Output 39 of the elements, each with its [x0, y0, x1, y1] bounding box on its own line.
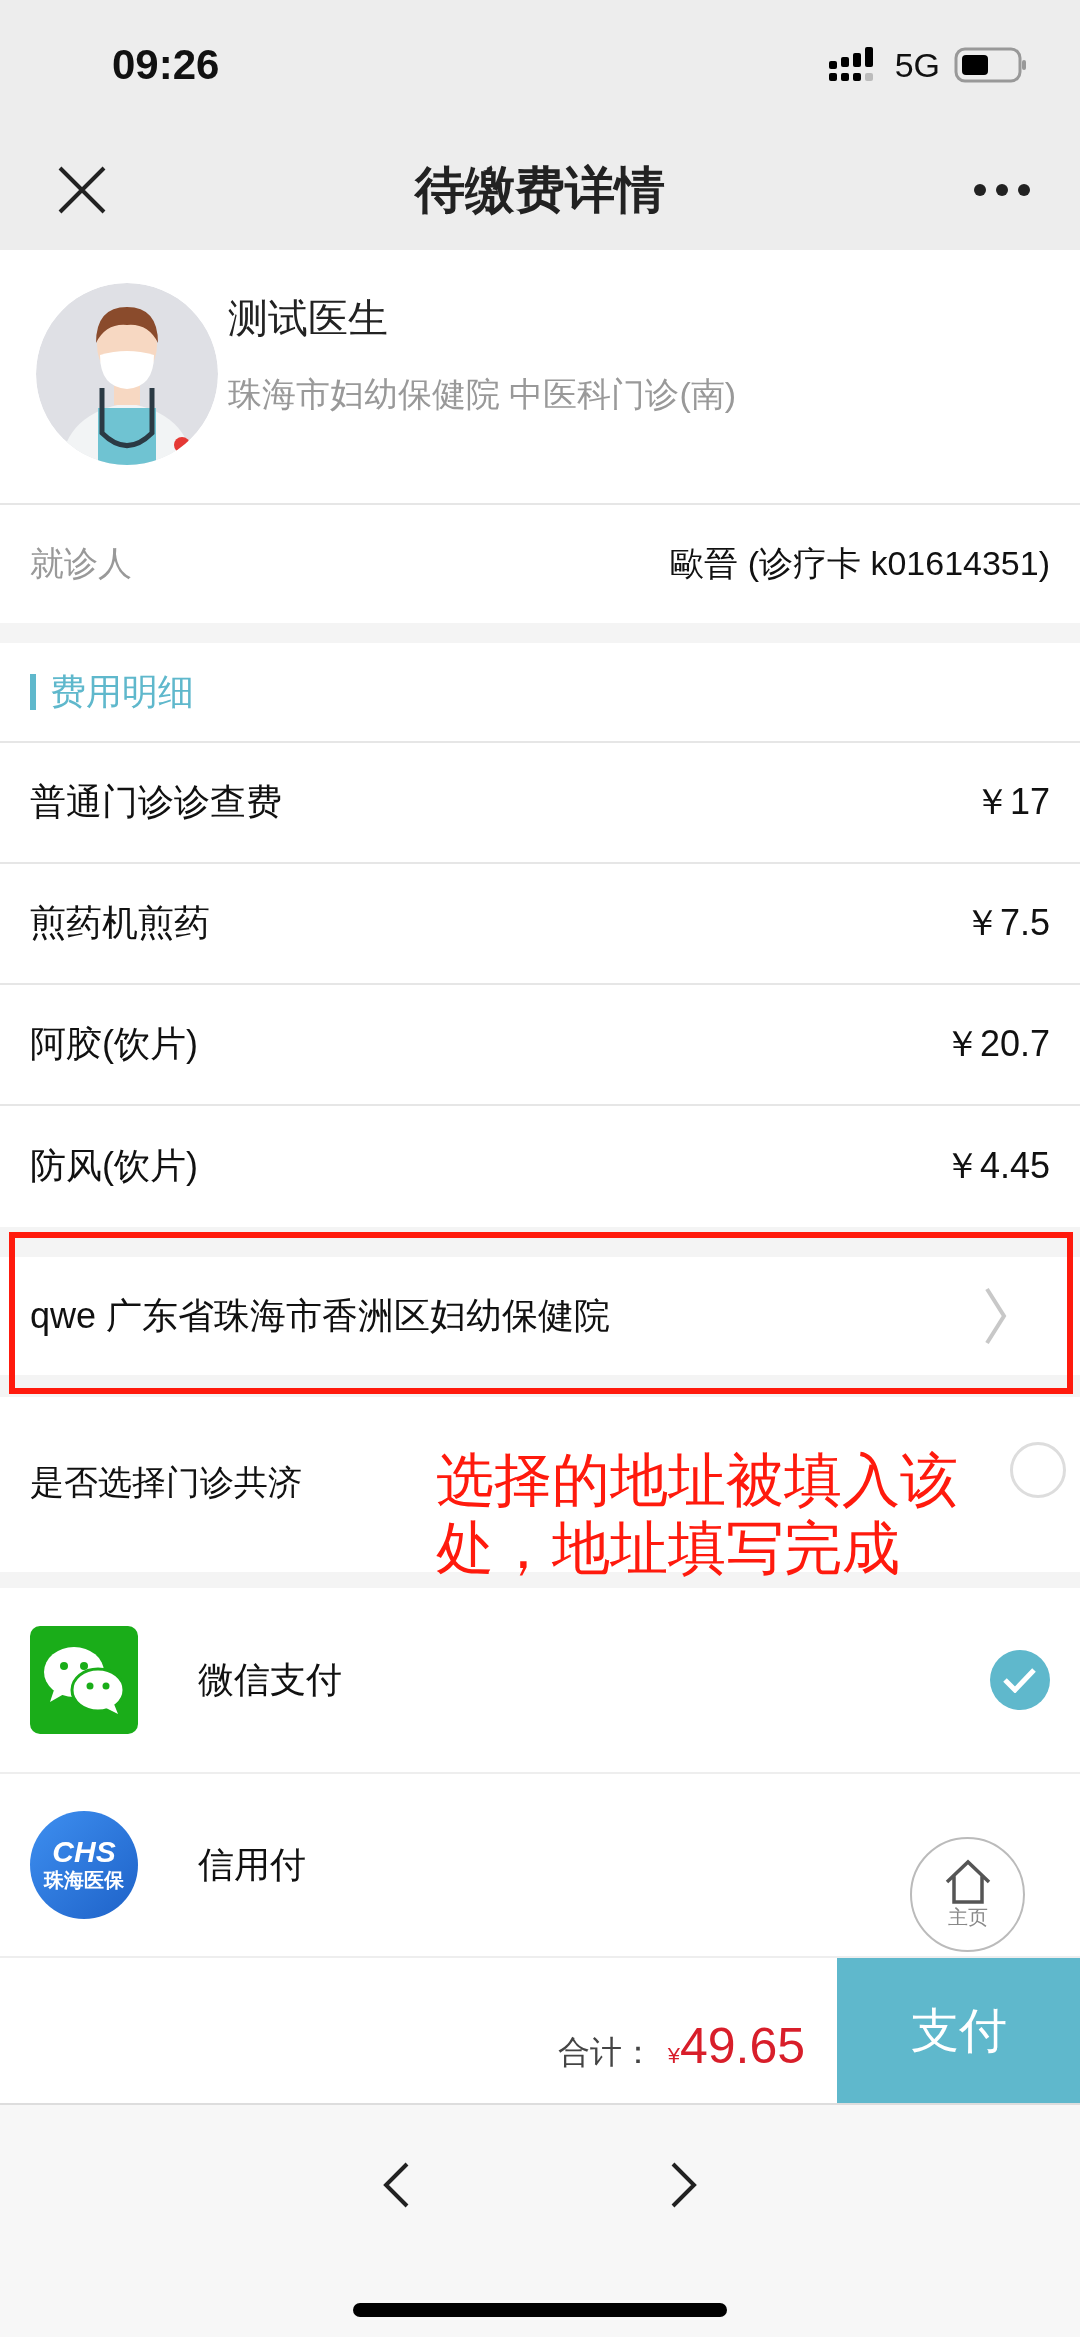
section-title: 费用明细	[50, 669, 194, 714]
annotation-text: 选择的地址被填入该处，地址填写完成	[436, 1446, 959, 1582]
chevron-right-icon	[984, 1286, 1008, 1346]
fee-name: 普通门诊诊查费	[30, 780, 282, 824]
close-icon[interactable]	[58, 166, 106, 214]
address-text: qwe 广东省珠海市香洲区妇幼保健院	[30, 1293, 611, 1338]
patient-label: 就诊人	[30, 543, 132, 584]
currency-symbol: ¥	[667, 2042, 680, 2069]
fee-amount: ￥4.45	[943, 1144, 1050, 1188]
page-title: 待缴费详情	[415, 160, 665, 220]
fee-amount: ￥7.5	[963, 901, 1050, 945]
fee-amount: ￥17	[973, 780, 1050, 824]
wechat-logo-icon	[30, 1626, 138, 1734]
patient-value: 歐晉 (诊疗卡 k01614351)	[670, 543, 1050, 584]
forward-icon[interactable]	[670, 2161, 698, 2209]
payment-select-check[interactable]	[990, 1650, 1050, 1710]
fee-name: 阿胶(饮片)	[30, 1022, 198, 1066]
fee-amount: ￥20.7	[943, 1022, 1050, 1066]
status-time: 09:26	[112, 41, 220, 89]
mutual-aid-radio[interactable]	[1010, 1442, 1066, 1498]
doctor-department: 珠海市妇幼保健院 中医科门诊(南)	[228, 374, 737, 415]
battery-icon	[954, 47, 1028, 83]
doctor-name: 测试医生	[228, 295, 389, 342]
back-icon[interactable]	[382, 2161, 410, 2209]
total-amount: 49.65	[679, 2016, 805, 2075]
fee-name: 防风(饮片)	[30, 1144, 198, 1188]
payment-option[interactable]: 微信支付	[0, 1588, 1080, 1774]
checkmark-icon	[1003, 1667, 1037, 1693]
more-icon[interactable]	[974, 184, 1030, 196]
payment-method-name: 微信支付	[198, 1657, 342, 1702]
total-label: 合计：	[557, 2032, 654, 2072]
section-marker	[30, 674, 36, 710]
home-button[interactable]: 主页	[910, 1837, 1025, 1952]
mutual-aid-label: 是否选择门诊共济	[30, 1462, 302, 1503]
payment-method-name: 信用付	[198, 1842, 306, 1887]
network-type: 5G	[894, 45, 940, 85]
address-row[interactable]: qwe 广东省珠海市香洲区妇幼保健院	[0, 1257, 1080, 1375]
fee-name: 煎药机煎药	[30, 901, 210, 945]
insurance-logo: CHS 珠海医保	[30, 1811, 138, 1919]
